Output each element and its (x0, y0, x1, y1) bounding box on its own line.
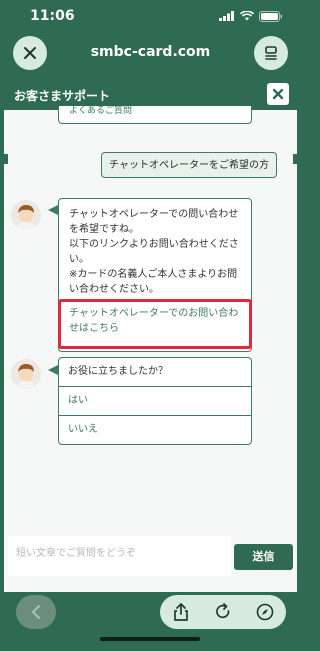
highlight-box (58, 299, 252, 349)
browser-toolbar (0, 592, 301, 651)
close-icon (272, 88, 284, 100)
signal-icon (219, 11, 234, 21)
faq-option[interactable]: よくあるご質問 (58, 106, 252, 124)
bubble-tail (48, 365, 58, 375)
compass-icon[interactable] (256, 603, 274, 621)
operator-avatar-icon (11, 200, 41, 230)
question-input[interactable]: 短い文章でご質問をどうぞ (8, 536, 231, 576)
browser-url-bar: smbc-card.com (0, 32, 301, 76)
home-indicator (100, 637, 200, 641)
user-message: チャットオペレーターをご希望の方 (101, 152, 277, 178)
feedback-no-button[interactable]: いいえ (59, 416, 251, 444)
back-button[interactable] (16, 595, 56, 629)
chat-close-button[interactable] (267, 83, 289, 105)
operator-avatar-icon (11, 359, 41, 389)
operator-message-text: チャットオペレーターでの問い合わせを希望ですね。 以下のリンクよりお問い合わせく… (69, 209, 239, 295)
browser-actions (160, 595, 286, 629)
status-icons (219, 10, 283, 22)
tabs-icon (265, 46, 277, 60)
chat-title: お客さまサポート (14, 89, 111, 103)
battery-icon (259, 10, 282, 22)
operator-avatar (11, 200, 41, 230)
feedback-yes-button[interactable]: はい (59, 387, 251, 416)
background-strip (4, 154, 8, 164)
status-bar: 11:06 (0, 0, 301, 32)
reload-icon[interactable] (214, 603, 232, 621)
chat-panel: お客さまサポート よくあるご質問 チャットオペレーターをご希望の方 チャットオペ… (4, 80, 297, 592)
wifi-icon (240, 11, 254, 21)
bubble-tail (48, 205, 58, 215)
send-button[interactable]: 送信 (234, 544, 293, 570)
clock: 11:06 (30, 8, 75, 24)
share-icon[interactable] (172, 602, 190, 622)
feedback-bubble: お役に立ちましたか？ はい いいえ (58, 357, 252, 445)
chevron-left-icon (32, 605, 40, 619)
tab-menu-button[interactable] (254, 36, 288, 70)
operator-avatar (11, 359, 41, 389)
background-strip (293, 154, 297, 164)
feedback-question: お役に立ちましたか？ (59, 358, 251, 387)
